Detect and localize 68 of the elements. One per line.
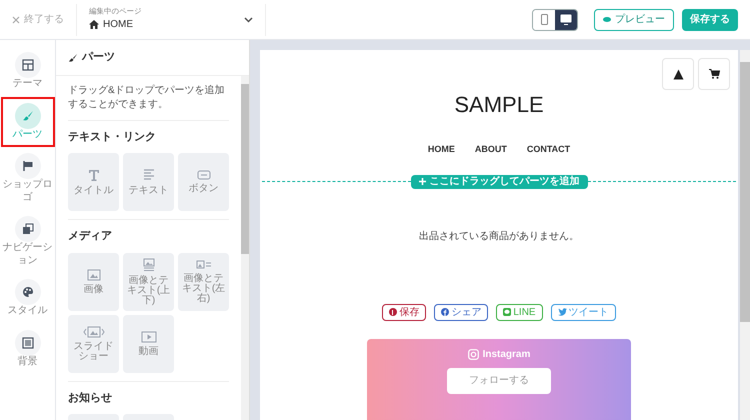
site-title: SAMPLE: [454, 91, 544, 119]
palette-icon: [22, 286, 34, 298]
close-icon: [12, 16, 20, 24]
nav-link[interactable]: CONTACT: [526, 143, 570, 156]
part-card[interactable]: ボタン: [178, 153, 229, 211]
layout-icon: [22, 59, 34, 71]
chat-bubble-icon: [503, 308, 512, 316]
image-icon: [86, 268, 100, 280]
home-icon: [89, 20, 99, 29]
grid-icon: [22, 336, 34, 348]
save-button[interactable]: 保存する: [682, 8, 738, 30]
share-button[interactable]: 保存: [382, 304, 426, 320]
scrollbar[interactable]: [740, 50, 750, 420]
panel-title: パーツ: [82, 50, 115, 66]
drop-zone-label: ここにドラッグしてパーツを追加: [410, 174, 588, 188]
instagram-label: Instagram: [482, 348, 530, 362]
phone-icon: [540, 14, 548, 25]
section-heading: テキスト・リンク: [68, 130, 157, 144]
empty-message: 出品されている商品がありません。: [419, 230, 579, 244]
part-card[interactable]: 画像: [68, 252, 119, 310]
part-card[interactable]: 動画: [123, 314, 174, 372]
chevron-down-icon: [244, 16, 253, 22]
section-heading: お知らせ: [68, 390, 113, 406]
sidebar-item[interactable]: 背景: [2, 326, 52, 372]
cart-icon: [708, 69, 720, 79]
sidebar-item[interactable]: スタイル: [2, 275, 52, 322]
part-card[interactable]: スライドショー: [68, 314, 119, 372]
nav-link[interactable]: HOME: [428, 143, 455, 156]
brush-icon: [68, 52, 78, 62]
brush-icon: [22, 110, 34, 122]
cart-button[interactable]: [698, 58, 730, 90]
tent-button[interactable]: [662, 58, 694, 90]
share-button[interactable]: シェア: [434, 304, 488, 320]
preview-button[interactable]: プレビュー: [594, 8, 674, 30]
button-shape-icon: [196, 170, 210, 180]
part-card[interactable]: 画像とテキスト(左右): [178, 252, 229, 310]
part-card[interactable]: タイトル: [68, 153, 119, 211]
letter-icon: [86, 168, 100, 182]
sidebar-item[interactable]: パーツ: [2, 98, 52, 145]
bird-icon: [558, 308, 567, 316]
eye-icon: [603, 17, 611, 22]
scrollbar[interactable]: [241, 76, 249, 420]
sidebar-item[interactable]: テーマ: [2, 48, 52, 94]
f-logo-icon: [441, 308, 450, 316]
panel-description: ドラッグ&ドロップでパーツを追加することができます。: [68, 84, 229, 120]
monitor-icon: [560, 14, 572, 25]
nav-link[interactable]: ABOUT: [474, 143, 507, 156]
image-text-icon: [196, 260, 212, 270]
pages-icon: [22, 223, 34, 235]
desktop-view-button[interactable]: [555, 10, 577, 30]
sidebar-item[interactable]: ショップロゴ: [2, 149, 52, 208]
plus-icon: [418, 178, 426, 185]
text-lines-icon: [142, 168, 156, 182]
section-heading: メディア: [68, 229, 113, 244]
close-button[interactable]: 終了する: [0, 12, 76, 27]
share-button[interactable]: ツイート: [550, 304, 616, 320]
image-text-icon: [142, 258, 156, 272]
video-icon: [140, 330, 156, 342]
share-button[interactable]: LINE: [496, 304, 543, 320]
tent-icon: [672, 68, 684, 80]
instagram-icon: [468, 348, 479, 360]
page-name: HOME: [103, 18, 133, 32]
part-card[interactable]: 画像とテキスト(上下): [123, 252, 174, 310]
part-card[interactable]: テキスト: [123, 153, 174, 211]
follow-button[interactable]: フォローする: [447, 368, 551, 394]
sidebar-item[interactable]: ナビゲーション: [2, 212, 52, 271]
slideshow-icon: [82, 326, 104, 338]
flag-icon: [22, 160, 34, 172]
